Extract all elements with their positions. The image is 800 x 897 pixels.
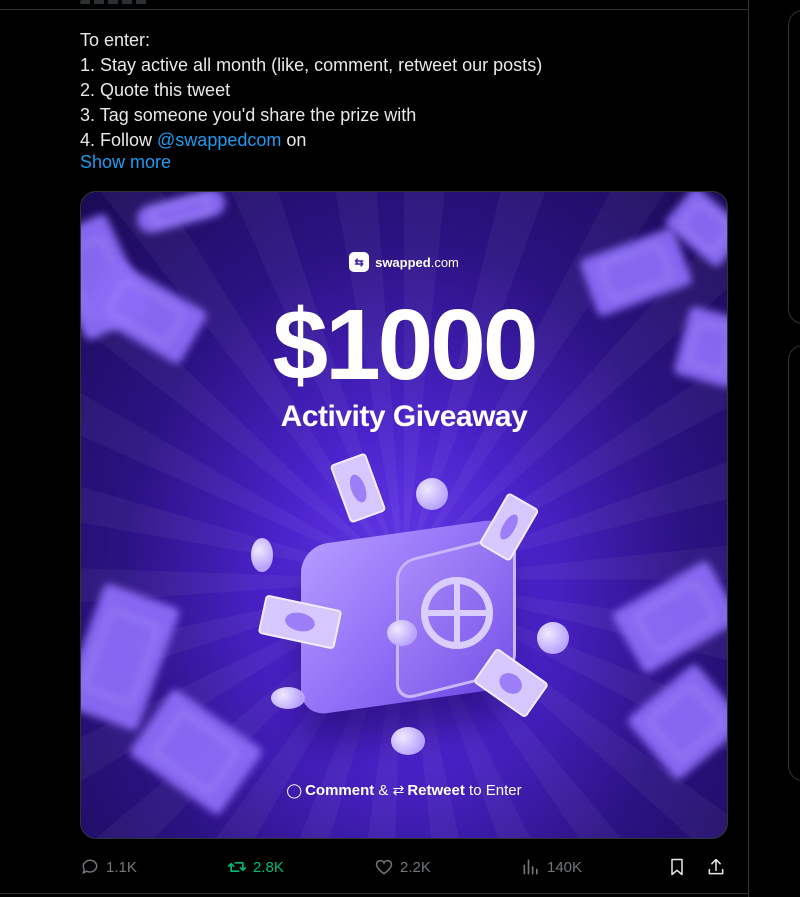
divider xyxy=(0,893,748,894)
comment-icon: ◯ xyxy=(286,782,303,798)
coin-icon xyxy=(537,622,569,654)
share-icon xyxy=(708,858,724,875)
coin-icon xyxy=(271,687,305,709)
coin-icon xyxy=(251,538,273,572)
retweet-icon: ⇄ xyxy=(392,782,405,798)
swap-icon: ⇆ xyxy=(349,252,370,272)
view-count: 140K xyxy=(547,858,583,876)
tweet-line: 3. Tag someone you'd share the prize wit… xyxy=(80,105,417,125)
reply-button[interactable]: 1.1K xyxy=(80,855,137,879)
giveaway-title: Activity Giveaway xyxy=(280,400,528,433)
tweet-media-image[interactable]: ⇆ swapped.com $1000 Activity Giveaway ◯ C… xyxy=(80,191,728,839)
reply-count: 1.1K xyxy=(106,858,137,876)
sidebar-card xyxy=(788,345,800,781)
bookmark-icon xyxy=(671,858,683,876)
share-button[interactable] xyxy=(706,855,726,879)
call-to-action: ◯ Comment & ⇄ Retweet to Enter xyxy=(286,782,522,799)
bookmark-button[interactable] xyxy=(667,855,687,879)
like-button[interactable]: 2.2K xyxy=(374,855,431,879)
heart-icon xyxy=(375,859,393,875)
prize-amount: $1000 xyxy=(272,289,538,401)
tweet-page: To enter: 1. Stay active all month (like… xyxy=(0,0,800,897)
previous-content-fragment xyxy=(80,0,150,4)
retweet-count: 2.8K xyxy=(253,858,284,876)
tweet-line: 4. Follow @swappedcom on xyxy=(80,128,730,153)
divider xyxy=(0,9,748,10)
coin-icon xyxy=(387,620,417,646)
tweet-body: To enter: 1. Stay active all month (like… xyxy=(80,28,730,153)
retweet-icon xyxy=(227,862,247,872)
show-more-link[interactable]: Show more xyxy=(80,152,171,173)
tweet-action-bar: 1.1K 2.8K 2.2K 140K xyxy=(80,855,730,879)
coin-icon xyxy=(416,478,448,510)
retweet-button[interactable]: 2.8K xyxy=(227,855,284,879)
analytics-icon xyxy=(523,859,538,875)
tweet-line: To enter: xyxy=(80,30,151,50)
views-button[interactable]: 140K xyxy=(521,855,582,879)
tweet-line: 2. Quote this tweet xyxy=(80,80,231,100)
brand-name: swapped.com xyxy=(375,254,459,270)
sidebar-card xyxy=(788,10,800,324)
reply-icon xyxy=(82,859,98,875)
mention-link[interactable]: @swappedcom xyxy=(157,130,281,150)
safe-dial-icon xyxy=(421,577,493,649)
tweet-line-prefix: 4. Follow xyxy=(80,130,158,150)
like-count: 2.2K xyxy=(400,858,431,876)
tweet-line: 1. Stay active all month (like, comment,… xyxy=(80,55,543,75)
timeline-column: To enter: 1. Stay active all month (like… xyxy=(0,0,749,897)
coin-icon xyxy=(391,727,425,755)
swapped-logo: ⇆ swapped.com xyxy=(81,252,727,272)
tweet-line-suffix: on xyxy=(281,130,307,150)
